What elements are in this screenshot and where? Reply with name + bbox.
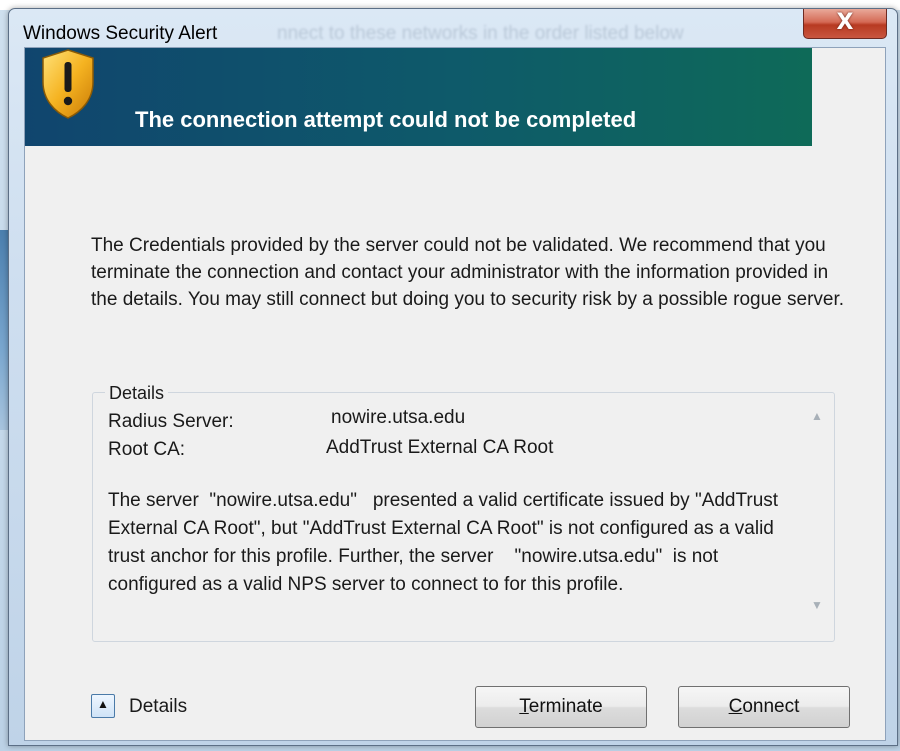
terminate-label: erminate [528, 696, 603, 717]
terminate-accelerator: T [519, 696, 529, 717]
details-toggle-button[interactable]: ▲ [91, 694, 115, 718]
details-paragraph: The server "nowire.utsa.edu" presented a… [108, 490, 784, 595]
desktop-edge [0, 230, 8, 430]
details-text: Radius Server: nowire.utsa.edu Root CA: … [108, 407, 798, 595]
collapse-arrow-icon: ▲ [97, 697, 109, 711]
detail-row-root-ca: Root CA: AddTrust External CA Root [108, 437, 798, 467]
details-toggle-label[interactable]: Details [129, 696, 187, 718]
background-window-text: nnect to these networks in the order lis… [277, 23, 684, 44]
detail-key: Radius Server: [108, 411, 234, 432]
details-group: Details Radius Server: nowire.utsa.edu R… [92, 383, 835, 642]
scroll-up-icon[interactable]: ▲ [811, 409, 823, 423]
window-title: Windows Security Alert [23, 23, 218, 44]
security-alert-window: Windows Security Alert nnect to these ne… [8, 8, 898, 746]
close-icon: X [836, 10, 854, 35]
details-scrollbar[interactable]: ▲ ▼ [808, 403, 830, 618]
connect-accelerator: C [728, 696, 743, 717]
banner-title: The connection attempt could not be comp… [135, 107, 637, 132]
dialog-content: The connection attempt could not be comp… [24, 47, 886, 741]
detail-row-radius-server: Radius Server: nowire.utsa.edu [108, 407, 798, 439]
scroll-down-icon[interactable]: ▼ [811, 598, 823, 612]
connect-label: onnect [742, 696, 800, 717]
dialog-footer: ▲ Details Terminate Connect [25, 668, 885, 728]
connect-button[interactable]: Connect [678, 686, 850, 728]
close-button[interactable]: X [803, 9, 887, 39]
detail-value: nowire.utsa.edu [331, 407, 466, 428]
alert-message: The Credentials provided by the server c… [91, 235, 845, 310]
detail-key: Root CA: [108, 439, 186, 460]
title-bar[interactable]: Windows Security Alert nnect to these ne… [9, 9, 897, 47]
details-legend: Details [105, 383, 169, 404]
detail-value: AddTrust External CA Root [326, 437, 554, 458]
shield-warning-icon [42, 49, 94, 119]
alert-banner: The connection attempt could not be comp… [25, 48, 812, 146]
terminate-button[interactable]: Terminate [475, 686, 647, 728]
